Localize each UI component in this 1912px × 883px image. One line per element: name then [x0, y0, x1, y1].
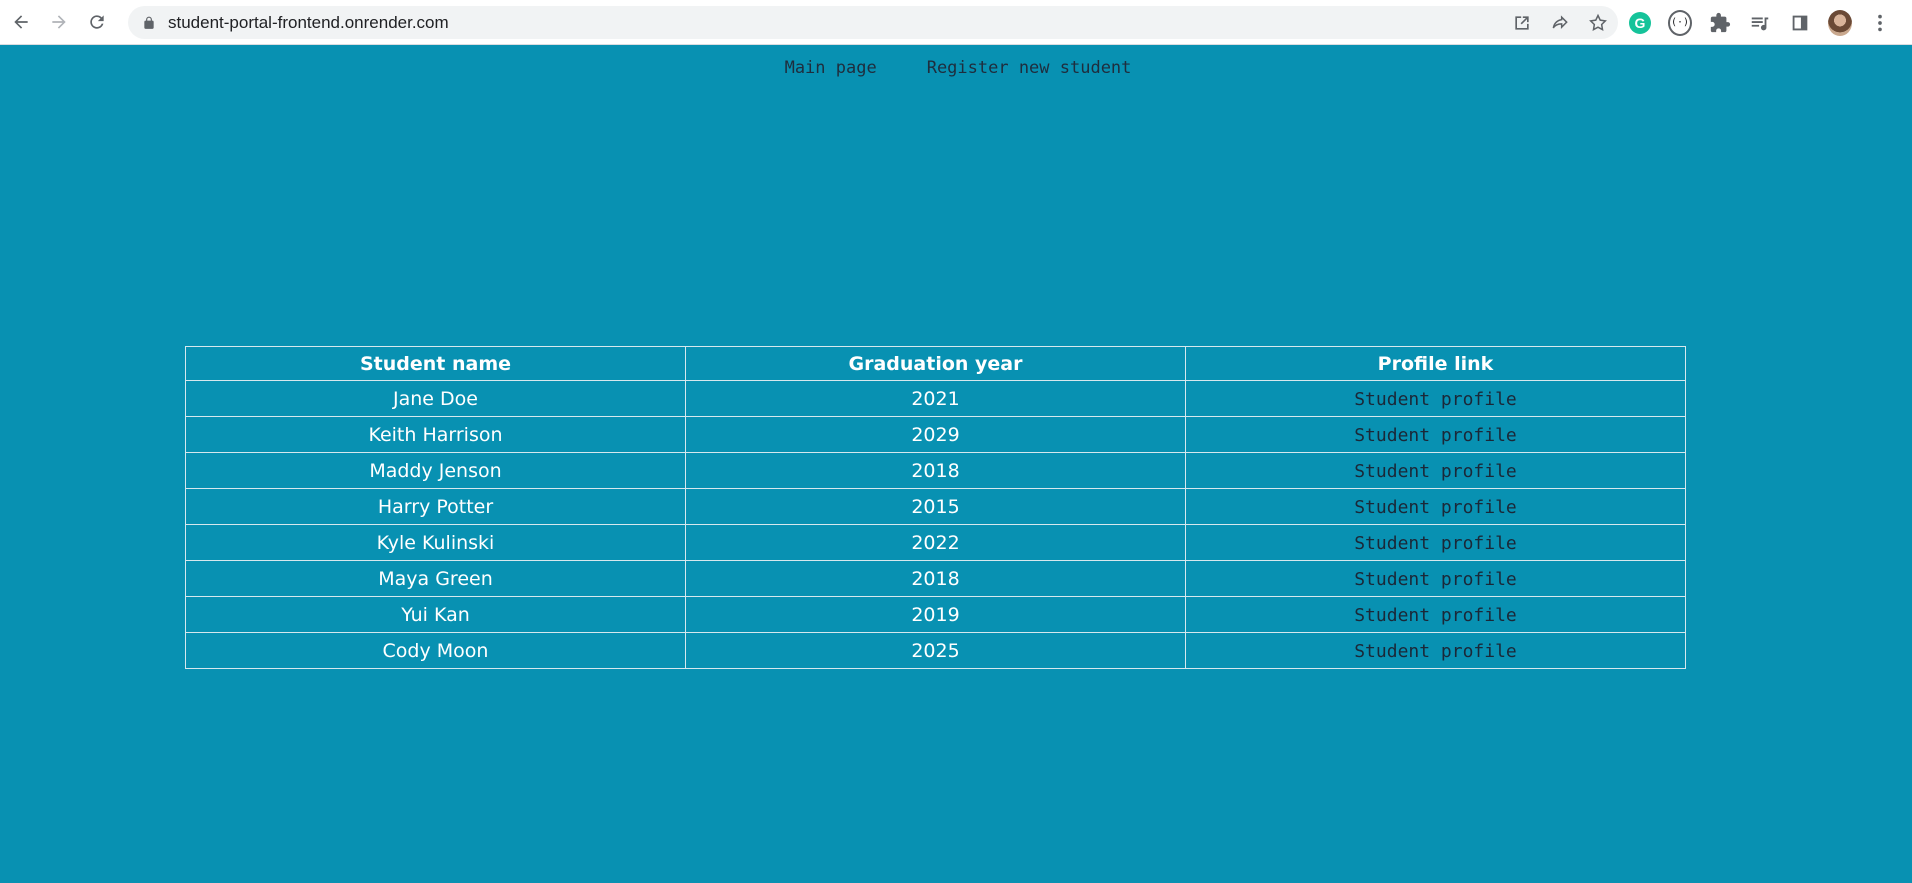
page-nav: Main page Register new student	[0, 58, 1912, 78]
back-button[interactable]	[4, 5, 38, 39]
table-row: Cody Moon 2025 Student profile	[185, 632, 1686, 669]
table-row: Kyle Kulinski 2022 Student profile	[185, 524, 1686, 561]
table-row: Yui Kan 2019 Student profile	[185, 596, 1686, 633]
student-name: Cody Moon	[185, 632, 686, 669]
header-graduation-year: Graduation year	[685, 346, 1186, 381]
reload-icon	[90, 15, 104, 29]
student-profile-link[interactable]: Student profile	[1354, 497, 1517, 518]
graduation-year: 2022	[685, 524, 1186, 561]
student-name: Maddy Jenson	[185, 452, 686, 489]
header-student-name: Student name	[185, 346, 686, 381]
url-text[interactable]: student-portal-frontend.onrender.com	[168, 13, 449, 33]
reading-list-icon[interactable]	[1748, 11, 1772, 35]
student-name: Jane Doe	[185, 380, 686, 417]
student-name: Yui Kan	[185, 596, 686, 633]
student-name: Keith Harrison	[185, 416, 686, 453]
install-icon[interactable]	[1512, 13, 1532, 33]
student-name: Harry Potter	[185, 488, 686, 525]
graduation-year: 2025	[685, 632, 1186, 669]
header-profile-link: Profile link	[1185, 346, 1686, 381]
table-row: Keith Harrison 2029 Student profile	[185, 416, 1686, 453]
back-icon	[14, 15, 28, 29]
profile-avatar[interactable]	[1828, 9, 1852, 36]
graduation-year: 2015	[685, 488, 1186, 525]
student-profile-link[interactable]: Student profile	[1354, 605, 1517, 626]
student-profile-link[interactable]: Student profile	[1354, 569, 1517, 590]
share-icon[interactable]	[1550, 13, 1570, 33]
student-name: Kyle Kulinski	[185, 524, 686, 561]
lock-icon	[144, 16, 154, 29]
browser-toolbar: student-portal-frontend.onrender.com G (…	[0, 0, 1912, 45]
more-icon[interactable]	[1868, 11, 1892, 35]
table-row: Maddy Jenson 2018 Student profile	[185, 452, 1686, 489]
graduation-year: 2019	[685, 596, 1186, 633]
students-table: Student name Graduation year Profile lin…	[185, 346, 1686, 669]
address-bar[interactable]: student-portal-frontend.onrender.com	[128, 6, 1618, 39]
table-row: Jane Doe 2021 Student profile	[185, 380, 1686, 417]
reload-button[interactable]	[80, 5, 114, 39]
graduation-year: 2018	[685, 560, 1186, 597]
grammarly-icon[interactable]: G	[1628, 11, 1652, 35]
forward-button[interactable]	[42, 5, 76, 39]
side-panel-icon[interactable]	[1788, 11, 1812, 35]
student-name: Maya Green	[185, 560, 686, 597]
forward-icon	[52, 15, 66, 29]
student-profile-link[interactable]: Student profile	[1354, 461, 1517, 482]
student-profile-link[interactable]: Student profile	[1354, 533, 1517, 554]
register-student-link[interactable]: Register new student	[927, 58, 1132, 78]
main-page-link[interactable]: Main page	[785, 58, 877, 78]
graduation-year: 2018	[685, 452, 1186, 489]
table-header-row: Student name Graduation year Profile lin…	[185, 346, 1686, 381]
student-profile-link[interactable]: Student profile	[1354, 389, 1517, 410]
puzzle-icon[interactable]	[1708, 11, 1732, 35]
table-row: Maya Green 2018 Student profile	[185, 560, 1686, 597]
student-profile-link[interactable]: Student profile	[1354, 425, 1517, 446]
table-row: Harry Potter 2015 Student profile	[185, 488, 1686, 525]
graduation-year: 2021	[685, 380, 1186, 417]
graduation-year: 2029	[685, 416, 1186, 453]
student-profile-link[interactable]: Student profile	[1354, 641, 1517, 662]
extension-icon[interactable]: (·)	[1668, 9, 1692, 36]
bookmark-star-icon[interactable]	[1588, 13, 1608, 33]
